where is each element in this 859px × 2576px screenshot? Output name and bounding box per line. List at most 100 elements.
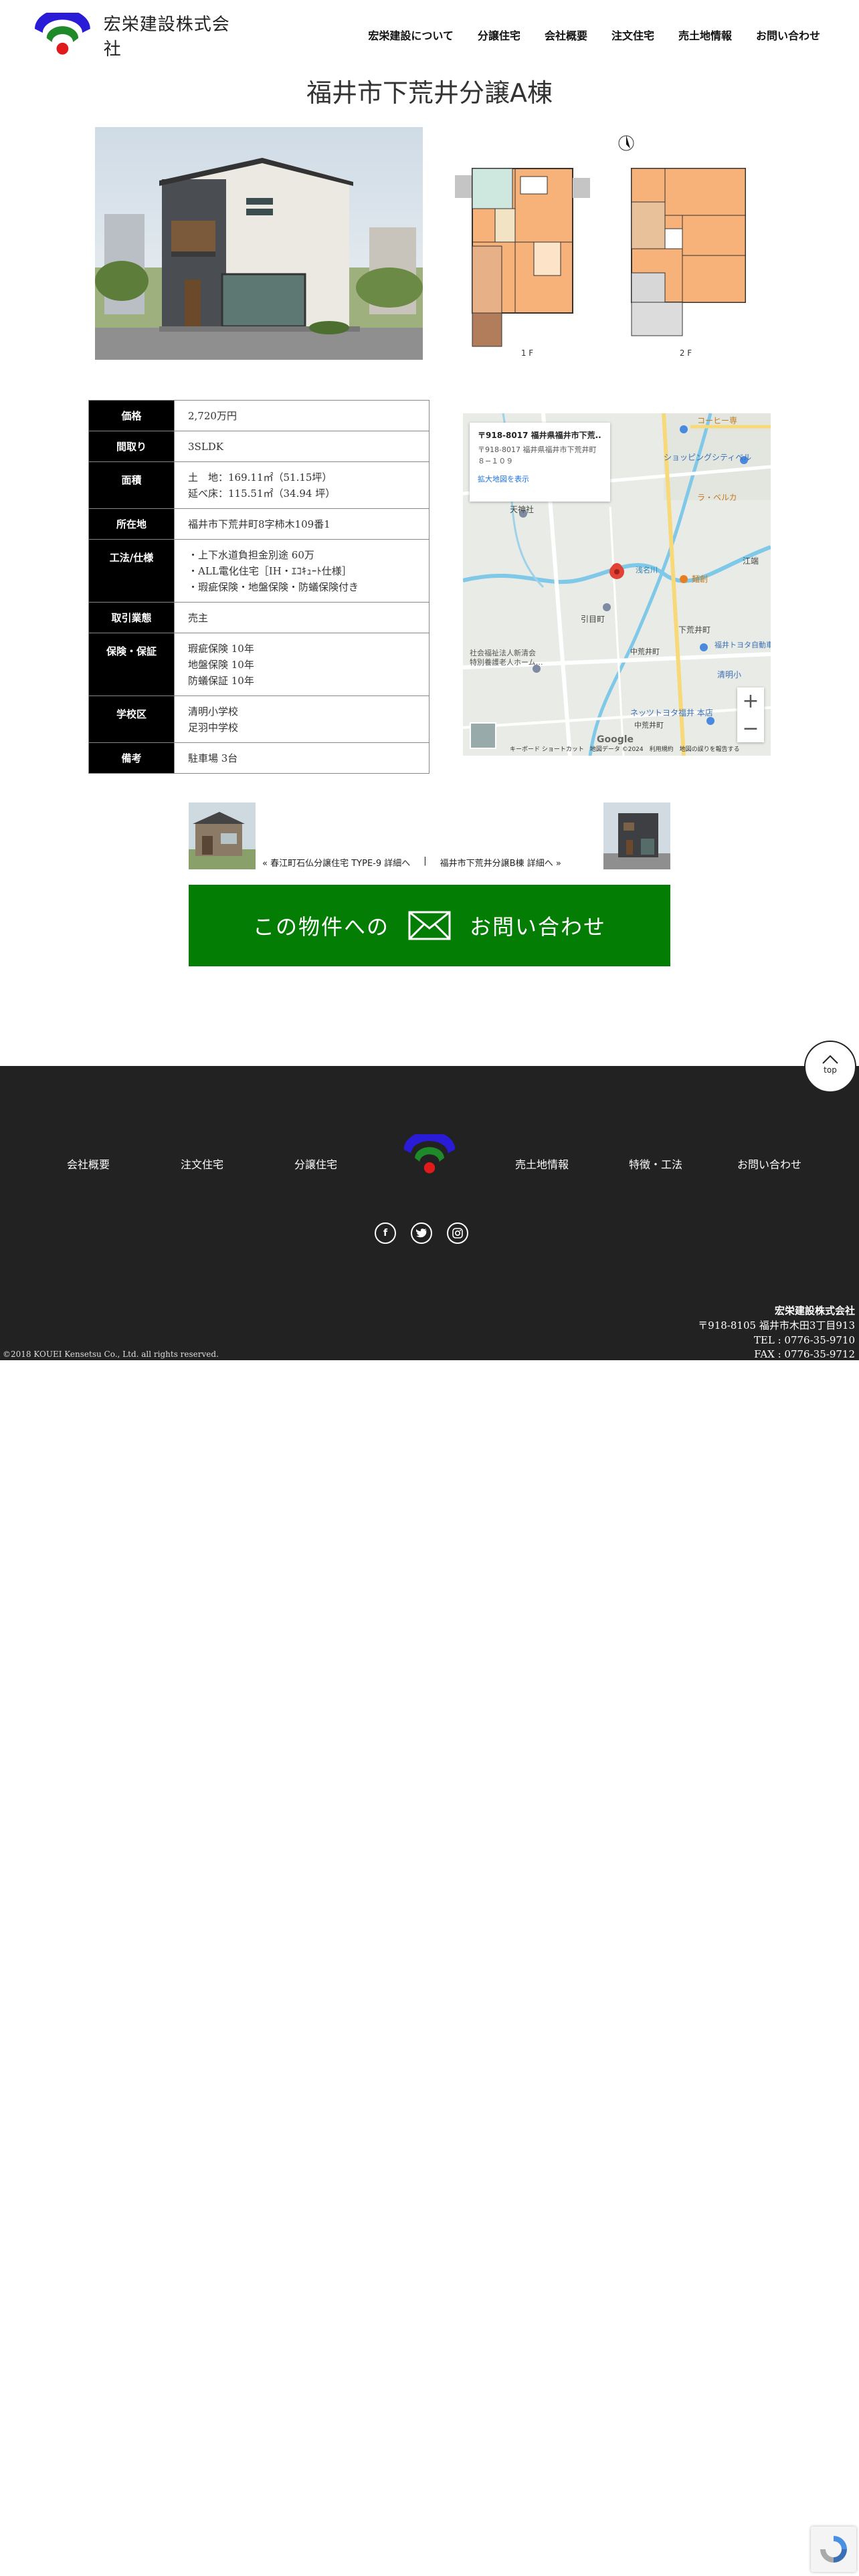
twitter-icon[interactable] xyxy=(411,1222,432,1244)
prev-property-thumbnail[interactable] xyxy=(189,802,256,869)
contact-cta-button[interactable]: この物件への お問い合わせ xyxy=(189,885,670,966)
footer-nav-land[interactable]: 売土地情報 xyxy=(515,1156,569,1172)
property-spec-table: 価格 2,720万円 間取り 3SLDK 面積 土 地：169.11㎡（51.1… xyxy=(88,400,430,774)
property-pager: « 春江町石仏分譲住宅 TYPE-9 詳細へ | 福井市下荒井分譲B棟 詳細へ … xyxy=(262,856,597,869)
footer-company-info: 宏栄建設株式会社 〒918-8105 福井市木田3丁目913 TEL : 077… xyxy=(698,1304,855,1362)
logo-mark-icon xyxy=(34,13,90,55)
nav-land[interactable]: 売土地情報 xyxy=(666,27,744,43)
site-footer: 会社概要 注文住宅 分譲住宅 売土地情報 特徴・工法 お問い合わせ f 宏栄建設… xyxy=(0,1066,859,1360)
spec-row-construction: 工法/仕様 ・上下水道負担金別途 60万 ・ALL電化住宅［IH・ｴｺｷｭｰﾄ仕… xyxy=(88,539,430,603)
footer-tel[interactable]: TEL : 0776-35-9710 xyxy=(698,1333,855,1348)
back-to-top-button[interactable]: top xyxy=(804,1041,856,1093)
spec-label: 取引業態 xyxy=(88,602,175,633)
pager-separator: | xyxy=(423,856,427,866)
map-zoom-control: + − xyxy=(737,687,764,742)
spec-label: 学校区 xyxy=(88,695,175,743)
map-place-label: 特別養護老人ホーム… xyxy=(470,657,543,667)
map-place-label: 中荒井町 xyxy=(630,647,660,656)
chevron-up-icon xyxy=(822,1055,838,1064)
zoom-out-button[interactable]: − xyxy=(737,715,764,742)
map-attribution[interactable]: キーボード ショートカット 地図データ ©2024 利用規約 地図の誤りを報告す… xyxy=(510,744,740,753)
spec-value: 地盤保険 10年 xyxy=(188,658,254,671)
house-photo xyxy=(95,127,423,360)
facebook-icon[interactable]: f xyxy=(375,1222,396,1244)
spec-row-transaction: 取引業態 売主 xyxy=(88,602,430,633)
nav-bunjo[interactable]: 分譲住宅 xyxy=(466,27,533,43)
spec-row-address: 所在地 福井市下荒井町8字柿木109番1 xyxy=(88,508,430,540)
nav-about[interactable]: 宏栄建設について xyxy=(356,27,466,43)
next-property-link[interactable]: 福井市下荒井分譲B棟 詳細へ » xyxy=(440,856,561,869)
map-type-toggle[interactable] xyxy=(470,722,496,749)
spec-value: 福井市下荒井町8字柿木109番1 xyxy=(188,518,330,530)
spec-label: 保険・保証 xyxy=(88,633,175,696)
spec-value: 清明小学校 xyxy=(188,705,239,718)
spec-row-notes: 備考 駐車場 3台 xyxy=(88,742,430,774)
footer-nav-company[interactable]: 会社概要 xyxy=(67,1156,110,1172)
page-title: 福井市下荒井分譲A棟 xyxy=(306,78,553,108)
map-place-label: ネッツトヨタ福井 本店 xyxy=(630,708,713,718)
map-place-label: 清明小 xyxy=(717,670,741,679)
spec-value: 延べ床：115.51㎡（34.94 坪） xyxy=(188,487,336,500)
back-to-top-label: top xyxy=(824,1065,837,1075)
nav-custom-home[interactable]: 注文住宅 xyxy=(599,27,666,43)
spec-label: 所在地 xyxy=(88,508,175,540)
spec-label: 面積 xyxy=(88,461,175,509)
recaptcha-badge[interactable] xyxy=(811,2527,856,2572)
nav-contact[interactable]: お問い合わせ xyxy=(744,27,832,43)
map-place-label: 天神社 xyxy=(510,504,534,514)
spec-value: 2,720万円 xyxy=(188,409,237,422)
spec-value: 防蟻保証 10年 xyxy=(188,674,254,687)
spec-row-area: 面積 土 地：169.11㎡（51.15坪） 延べ床：115.51㎡（34.94… xyxy=(88,461,430,509)
map-place-label: 下荒井町 xyxy=(678,625,710,635)
footer-company-name: 宏栄建設株式会社 xyxy=(774,1305,855,1317)
nav-company[interactable]: 会社概要 xyxy=(533,27,599,43)
spec-value: ・ALL電化住宅［IH・ｴｺｷｭｰﾄ仕様］ xyxy=(188,564,352,577)
spec-value: 3SLDK xyxy=(188,440,224,453)
zoom-in-button[interactable]: + xyxy=(737,687,764,715)
main-nav: 宏栄建設について 分譲住宅 会社概要 注文住宅 売土地情報 お問い合わせ xyxy=(356,27,832,43)
copyright: ©2018 KOUEI Kensetsu Co., Ltd. all right… xyxy=(3,1350,219,1359)
footer-nav-custom-home[interactable]: 注文住宅 xyxy=(181,1156,223,1172)
site-logo[interactable]: 宏栄建設株式会社 xyxy=(32,12,246,60)
map-place-label: 引目町 xyxy=(581,615,605,624)
footer-logo[interactable] xyxy=(401,1131,458,1177)
floorplan-label-2f: 2 F xyxy=(680,348,692,358)
footer-address: 〒918-8105 福井市木田3丁目913 xyxy=(698,1319,855,1331)
spec-value: 土 地：169.11㎡（51.15坪） xyxy=(188,471,332,484)
mail-icon xyxy=(408,911,451,940)
floorplan-label-1f: 1 F xyxy=(521,348,533,358)
social-links: f xyxy=(375,1222,468,1244)
map-card-address: 〒918-8017 福井県福井市下荒井町８−１０９ xyxy=(478,445,597,465)
site-header: 宏栄建設株式会社 宏栄建設について 分譲住宅 会社概要 注文住宅 売土地情報 お… xyxy=(0,0,859,74)
footer-fax: FAX : 0776-35-9712 xyxy=(754,1348,855,1361)
recaptcha-icon xyxy=(820,2536,847,2563)
next-property-thumbnail[interactable] xyxy=(603,802,670,869)
map-info-card: 〒918-8017 福井県福井市下荒... 〒918-8017 福井県福井市下荒… xyxy=(470,423,610,502)
spec-value: ・瑕疵保険・地盤保険・防蟻保険付き xyxy=(188,580,359,593)
cta-text-right: お問い合わせ xyxy=(470,914,607,940)
map-place-label: 社会福祉法人新清会 xyxy=(470,648,536,657)
cta-text-left: この物件への xyxy=(252,914,389,940)
spec-value: 売主 xyxy=(188,611,209,624)
map-place-label: 浅名川 xyxy=(636,565,658,574)
footer-nav-contact[interactable]: お問い合わせ xyxy=(737,1156,801,1172)
map-enlarge-link[interactable]: 拡大地図を表示 xyxy=(478,473,602,484)
footer-nav-features[interactable]: 特徴・工法 xyxy=(629,1156,682,1172)
prev-property-link[interactable]: « 春江町石仏分譲住宅 TYPE-9 詳細へ xyxy=(262,856,410,869)
map-place-label: 江端 xyxy=(743,556,759,566)
map-place-label: 麺創 xyxy=(692,574,708,584)
spec-row-layout: 間取り 3SLDK xyxy=(88,431,430,462)
spec-label: 備考 xyxy=(88,742,175,774)
spec-label: 価格 xyxy=(88,400,175,431)
spec-label: 工法/仕様 xyxy=(88,539,175,603)
instagram-icon[interactable] xyxy=(447,1222,468,1244)
spec-value: 瑕疵保険 10年 xyxy=(188,642,254,655)
footer-nav-bunjo[interactable]: 分譲住宅 xyxy=(294,1156,337,1172)
embedded-map[interactable]: コーヒー専 ショッピングシティベル ラ・ベルカ 江端 天神社 浅名川 引目町 社… xyxy=(463,413,771,756)
floorplan-image: 1 F 2 F xyxy=(455,128,763,361)
logo-mark-icon xyxy=(403,1131,456,1174)
map-place-label: 中荒井町 xyxy=(634,720,664,730)
spec-value: ・上下水道負担金別途 60万 xyxy=(188,548,314,561)
google-logo: Google xyxy=(597,734,634,745)
map-card-title: 〒918-8017 福井県福井市下荒... xyxy=(478,431,602,440)
